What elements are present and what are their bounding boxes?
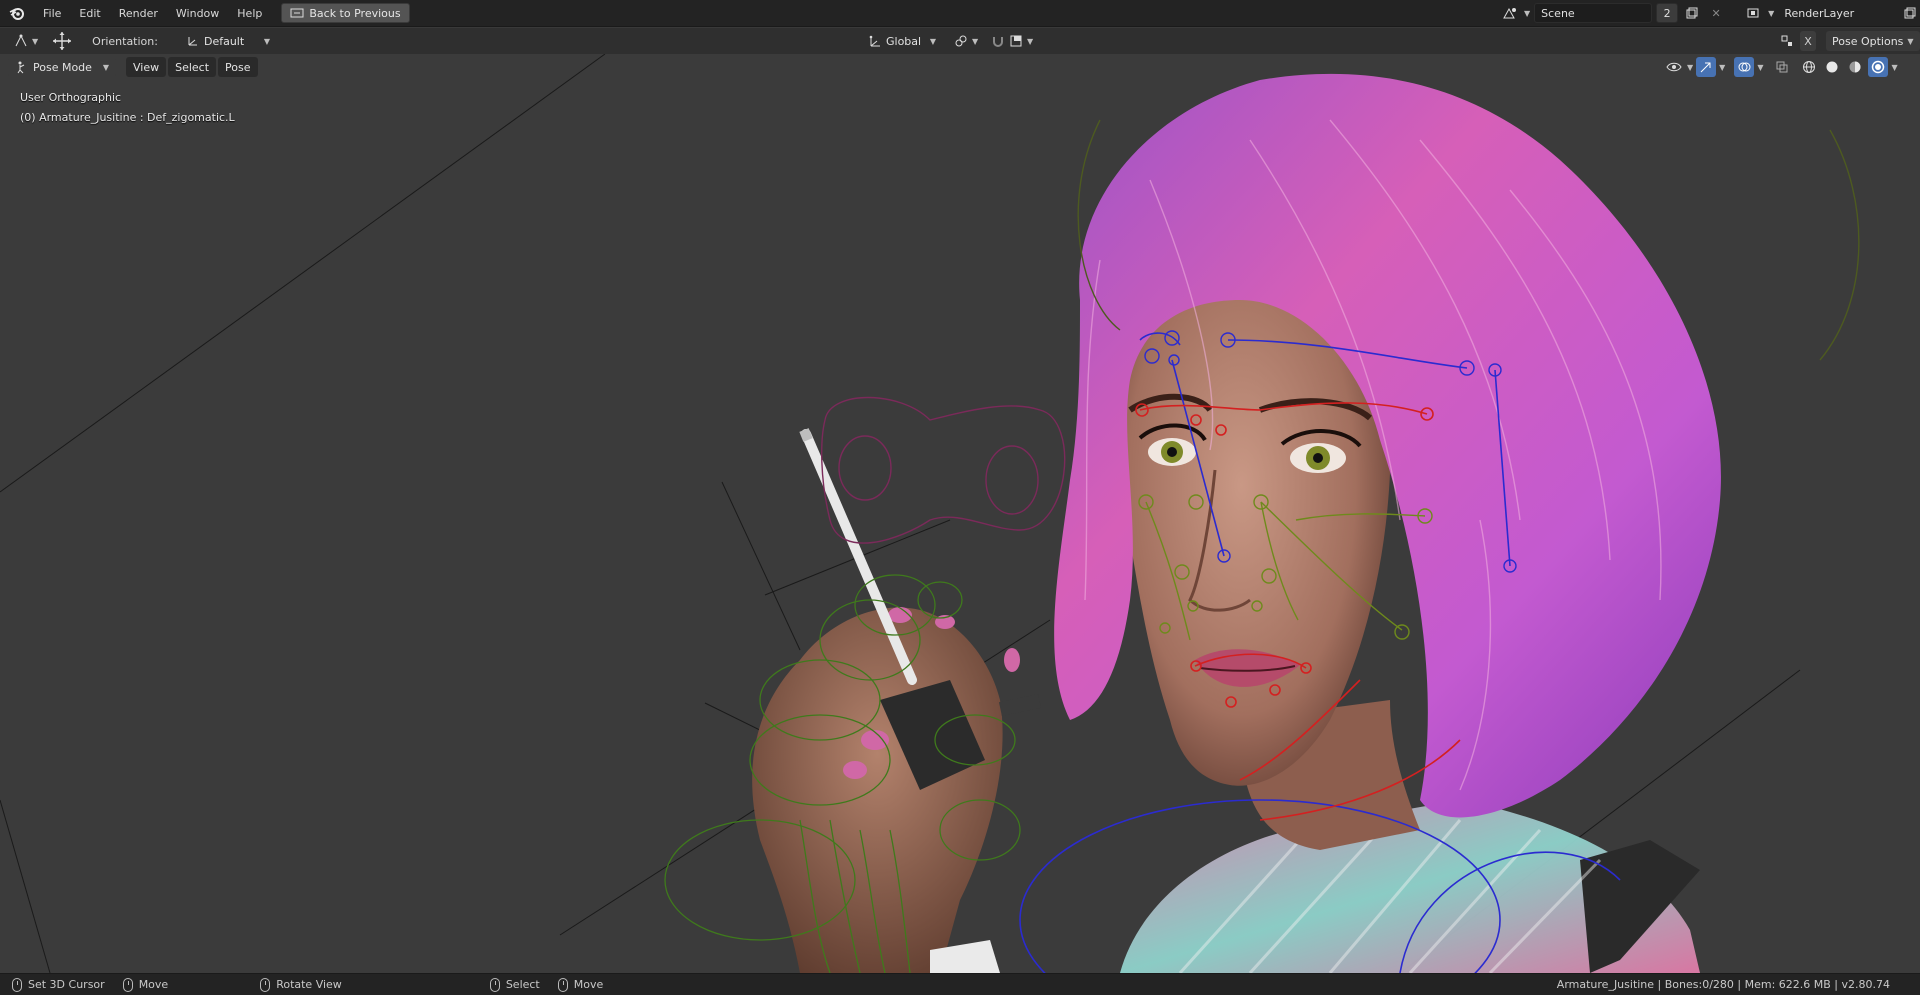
back-to-previous-label: Back to Previous (309, 6, 401, 20)
chevron-down-icon[interactable]: ▼ (1891, 63, 1897, 72)
new-renderlayer-icon[interactable] (1900, 3, 1920, 23)
chevron-down-icon[interactable]: ▼ (1524, 9, 1530, 18)
viewport-scene (0, 54, 1860, 973)
overlays-toggle-icon[interactable] (1734, 57, 1755, 77)
move-tool-icon[interactable] (50, 31, 74, 51)
gizmo-toggle-icon[interactable] (1696, 57, 1717, 77)
chevron-down-icon[interactable]: ▼ (1768, 9, 1774, 18)
chevron-down-icon[interactable]: ▼ (1687, 63, 1693, 72)
chevron-down-icon: ▼ (972, 36, 979, 46)
menu-view[interactable]: View (126, 57, 167, 77)
pivot-point-dropdown[interactable]: ▼ (948, 31, 984, 51)
solid-shading-icon[interactable] (1822, 57, 1842, 77)
chevron-down-icon: ▼ (929, 36, 936, 46)
renderlayer-name-field[interactable]: RenderLayer (1778, 3, 1896, 23)
status-select: Select (489, 977, 540, 992)
transform-orientation-value: Global (886, 34, 922, 48)
scene-statistics: Armature_Jusitine | Bones:0/280 | Mem: 6… (1556, 978, 1890, 991)
magnet-icon (993, 37, 1003, 47)
scene-name-field[interactable]: Scene (1534, 3, 1653, 23)
viewport-info-overlay: User Orthographic (0) Armature_Jusitine … (20, 88, 235, 128)
renderlayer-name-value: RenderLayer (1784, 6, 1855, 20)
mirror-icon[interactable] (1780, 34, 1794, 48)
global-axis-icon (869, 35, 880, 47)
chevron-down-icon: ▼ (102, 62, 109, 72)
scene-name-value: Scene (1541, 6, 1575, 20)
renderlayer-selector-icon[interactable] (1744, 3, 1764, 23)
xray-toggle-icon[interactable] (1772, 57, 1792, 77)
chevron-down-icon: ▼ (32, 36, 39, 46)
status-left-click-label: Set 3D Cursor (28, 978, 105, 991)
scene-selector-icon[interactable] (1500, 3, 1520, 23)
mouse-left-icon (489, 977, 500, 992)
mode-value: Pose Mode (33, 60, 92, 74)
chevron-down-icon[interactable]: ▼ (1757, 63, 1763, 72)
status-select-label: Select (505, 978, 540, 991)
status-left-click: Set 3D Cursor (12, 977, 105, 992)
menu-window[interactable]: Window (167, 0, 228, 27)
top-menu-bar: File Edit Render Window Help Back to Pre… (0, 0, 1920, 27)
menu-select[interactable]: Select (168, 57, 217, 77)
status-right-click-label: Rotate View (276, 978, 342, 991)
visibility-icon[interactable] (1664, 57, 1684, 77)
active-bone-label: (0) Armature_Jusitine : Def_zigomatic.L (20, 111, 235, 124)
menu-help[interactable]: Help (228, 0, 271, 27)
snap-dropdown[interactable]: ▼ (985, 31, 1039, 51)
chevron-down-icon: ▼ (1907, 36, 1914, 46)
status-right-click: Rotate View (260, 977, 342, 992)
menu-pose[interactable]: Pose (218, 57, 258, 77)
link-icon (955, 35, 967, 47)
view-name: User Orthographic (20, 91, 122, 104)
status-bar: Set 3D Cursor Move Rotate View Select Mo… (0, 973, 1920, 995)
back-to-previous-button[interactable]: Back to Previous (281, 3, 410, 23)
blender-logo-icon[interactable] (0, 0, 34, 27)
transform-orientation-dropdown[interactable]: Global ▼ (862, 31, 942, 51)
menu-render[interactable]: Render (110, 0, 167, 27)
status-middle-drag: Move (122, 977, 169, 992)
status-move-label: Move (573, 978, 604, 991)
viewport-header: Pose Mode ▼ View Select Pose ▼ ▼ ▼ ▼ (0, 54, 1920, 80)
3d-viewport[interactable] (0, 54, 1920, 973)
status-move: Move (557, 977, 604, 992)
scene-users-count[interactable]: 2 (1656, 3, 1679, 23)
scene-users-value: 2 (1663, 6, 1671, 20)
mouse-middle-icon (122, 977, 133, 992)
tool-settings-header: ▼ Orientation: Default ▼ Global ▼ ▼ ▼ X … (0, 28, 1920, 54)
snap-target-icon (1010, 35, 1022, 47)
chevron-down-icon: ▼ (1027, 36, 1034, 46)
pose-options-label: Pose Options (1832, 34, 1904, 48)
orientation-dropdown[interactable]: Default ▼ (180, 31, 276, 51)
orientation-value: Default (203, 34, 245, 48)
x-mirror-toggle[interactable]: X (1800, 31, 1816, 51)
delete-scene-icon[interactable]: ✕ (1706, 3, 1726, 23)
editor-type-dropdown[interactable]: ▼ (8, 31, 44, 51)
chevron-down-icon: ▼ (263, 36, 270, 46)
menu-file[interactable]: File (34, 0, 70, 27)
mouse-right-icon (260, 977, 271, 992)
pose-options-dropdown[interactable]: Pose Options ▼ (1826, 31, 1920, 51)
orientation-label: Orientation: (92, 34, 158, 48)
transform-tool-icon (15, 34, 27, 47)
chevron-down-icon[interactable]: ▼ (1719, 63, 1725, 72)
pose-mode-icon (17, 61, 25, 74)
menu-edit[interactable]: Edit (70, 0, 109, 27)
new-scene-icon[interactable] (1682, 3, 1702, 23)
material-shading-icon[interactable] (1845, 57, 1865, 77)
mode-dropdown[interactable]: Pose Mode ▼ (8, 57, 116, 77)
mouse-left-icon (12, 977, 22, 992)
screen-icon (290, 8, 304, 18)
status-middle-drag-label: Move (138, 978, 169, 991)
rendered-shading-icon[interactable] (1868, 57, 1889, 77)
wireframe-shading-icon[interactable] (1799, 57, 1819, 77)
mouse-middle-icon (557, 977, 568, 992)
axis-icon (188, 37, 197, 46)
